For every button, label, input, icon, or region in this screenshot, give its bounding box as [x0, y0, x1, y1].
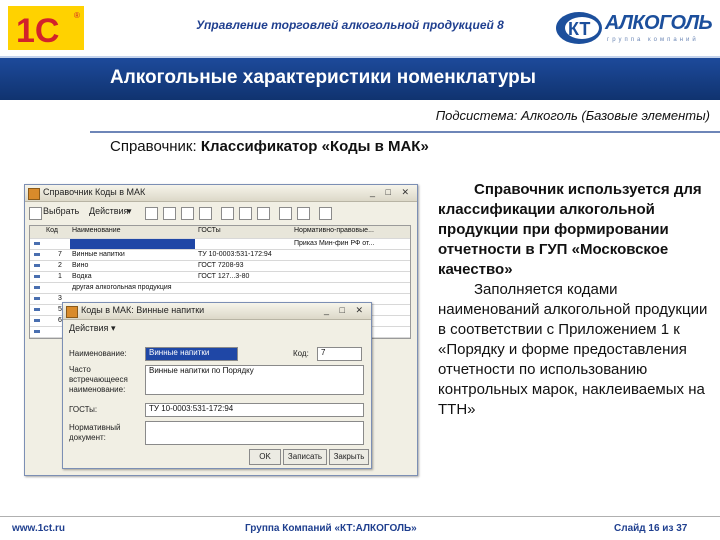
element-icon	[34, 286, 40, 289]
cell: другая алкогольная продукция	[72, 284, 172, 291]
footer-site[interactable]: www.1ct.ru	[12, 523, 65, 534]
edit-icon[interactable]	[181, 207, 194, 220]
select-button[interactable]: Выбрать	[43, 206, 79, 216]
alt-name-input[interactable]: Винные напитки по Порядку	[145, 365, 364, 395]
window-icon	[28, 188, 40, 200]
element-dialog: Коды в МАК: Винные напитки _ □ ✕ Действи…	[62, 302, 372, 469]
alt-name-label: Часто встречающееся наименование:	[69, 365, 128, 394]
element-icon	[34, 308, 40, 311]
name-input[interactable]: Винные напитки	[145, 347, 238, 361]
cell: 7	[58, 251, 62, 258]
product-title: Управление торговлей алкогольной продукц…	[196, 18, 504, 32]
element-icon	[34, 264, 40, 267]
slide-title-bar: Алкогольные характеристики номенклатуры	[0, 56, 720, 100]
code-input[interactable]: 7	[317, 347, 362, 361]
cell: 2	[58, 262, 62, 269]
table-row[interactable]: Приказ Мин-фин РФ от...	[30, 239, 410, 250]
sort-icon[interactable]	[239, 207, 252, 220]
norm-doc-input[interactable]	[145, 421, 364, 445]
footer-company: Группа Компаний «КТ:АЛКОГОЛЬ»	[245, 523, 417, 534]
dialog-actions-menu[interactable]: Действия	[69, 323, 108, 333]
ok-button[interactable]: OK	[249, 449, 281, 465]
chevron-down-icon[interactable]: ▾	[127, 206, 132, 217]
footer-divider	[0, 516, 720, 517]
svg-text:КТ: КТ	[568, 19, 590, 39]
column-header[interactable]: Код	[46, 227, 70, 234]
gost-label: ГОСТы:	[69, 405, 98, 414]
header: 1C ® Управление торговлей алкогольной пр…	[0, 0, 720, 56]
kt-alkogol-logo: КТ АЛКОГОЛЬ группа компаний	[555, 10, 715, 50]
copy-icon[interactable]	[163, 207, 176, 220]
window-title: Справочник Коды в МАК	[43, 187, 146, 197]
element-icon	[34, 242, 40, 245]
cell: 3	[58, 295, 62, 302]
code-label: Код:	[293, 349, 309, 358]
name-label: Наименование:	[69, 349, 127, 358]
brand-subtitle: группа компаний	[607, 37, 699, 43]
column-header[interactable]: Наименование	[72, 227, 192, 234]
add-icon[interactable]	[145, 207, 158, 220]
select-icon	[29, 207, 42, 220]
refresh-icon[interactable]	[279, 207, 292, 220]
delete-icon[interactable]	[199, 207, 212, 220]
directory-value: Классификатор «Коды в МАК»	[200, 138, 429, 155]
column-header[interactable]: ГОСТы	[198, 227, 288, 234]
table-row[interactable]: 7 Винные напитки ТУ 10-0003:531-172:94	[30, 250, 410, 261]
dialog-toolbar: Действия ▾	[69, 323, 115, 334]
window-controls[interactable]: _ □ ✕	[370, 187, 413, 198]
slide-title: Алкогольные характеристики номенклатуры	[110, 67, 536, 88]
1c-logo: 1C ®	[8, 6, 84, 50]
subsystem-label: Подсистема: Алкоголь (Базовые элементы)	[435, 108, 710, 123]
column-header[interactable]: Нормативно-правовые...	[294, 227, 404, 234]
brand-name: АЛКОГОЛЬ	[605, 12, 713, 34]
chevron-down-icon[interactable]: ▾	[111, 323, 116, 333]
directory-label: Справочник:	[110, 138, 197, 155]
element-icon	[34, 275, 40, 278]
actions-menu[interactable]: Действия	[89, 206, 128, 216]
slide: 1C ® Управление торговлей алкогольной пр…	[0, 0, 720, 540]
divider	[90, 131, 720, 133]
gost-input[interactable]: ТУ 10-0003:531-172:94	[145, 403, 364, 417]
table-row[interactable]: другая алкогольная продукция	[30, 283, 410, 294]
description: Справочник используется для классификаци…	[438, 180, 710, 420]
element-icon	[34, 330, 40, 333]
svg-text:1C: 1C	[16, 12, 59, 50]
selected-cell[interactable]	[70, 239, 195, 249]
close-button[interactable]: Закрыть	[329, 449, 369, 465]
footer-slide-number: Слайд 16 из 37	[614, 523, 688, 534]
cell: ТУ 10-0003:531-172:94	[198, 251, 272, 258]
hierarchy-icon[interactable]	[257, 207, 270, 220]
element-icon	[34, 319, 40, 322]
filter-icon[interactable]	[221, 207, 234, 220]
svg-text:®: ®	[74, 11, 80, 20]
dialog-caption[interactable]: Коды в МАК: Винные напитки _ □ ✕	[63, 303, 371, 320]
table-row[interactable]: 2 Вино ГОСТ 7208-93	[30, 261, 410, 272]
dialog-title: Коды в МАК: Винные напитки	[81, 305, 205, 315]
save-button[interactable]: Записать	[283, 449, 327, 465]
table-header: Код Наименование ГОСТы Нормативно-правов…	[30, 226, 410, 239]
kt-badge-icon: КТ	[555, 10, 603, 46]
description-paragraph-2: Заполняется кодами наименований алкоголь…	[438, 281, 708, 418]
description-paragraph-1: Справочник используется для классификаци…	[438, 181, 702, 278]
cell: Винные напитки	[72, 251, 125, 258]
norm-doc-label: Нормативный документ:	[69, 423, 121, 442]
directory-heading: Справочник: Классификатор «Коды в МАК»	[110, 138, 429, 155]
window-toolbar: Выбрать Действия ▾	[29, 204, 413, 222]
window-caption[interactable]: Справочник Коды в МАК _ □ ✕	[25, 185, 417, 202]
print-icon[interactable]	[297, 207, 310, 220]
cell: Вино	[72, 262, 89, 269]
cell: ГОСТ 7208-93	[198, 262, 244, 269]
dialog-controls[interactable]: _ □ ✕	[324, 305, 367, 316]
element-icon	[34, 253, 40, 256]
cell: ГОСТ 127...3-80	[198, 273, 250, 280]
dialog-icon	[66, 306, 78, 318]
table-row[interactable]: 1 Водка ГОСТ 127...3-80	[30, 272, 410, 283]
cell: Приказ Мин-фин РФ от...	[294, 240, 375, 247]
element-icon	[34, 297, 40, 300]
help-icon[interactable]	[319, 207, 332, 220]
cell: Водка	[72, 273, 92, 280]
cell: 1	[58, 273, 62, 280]
